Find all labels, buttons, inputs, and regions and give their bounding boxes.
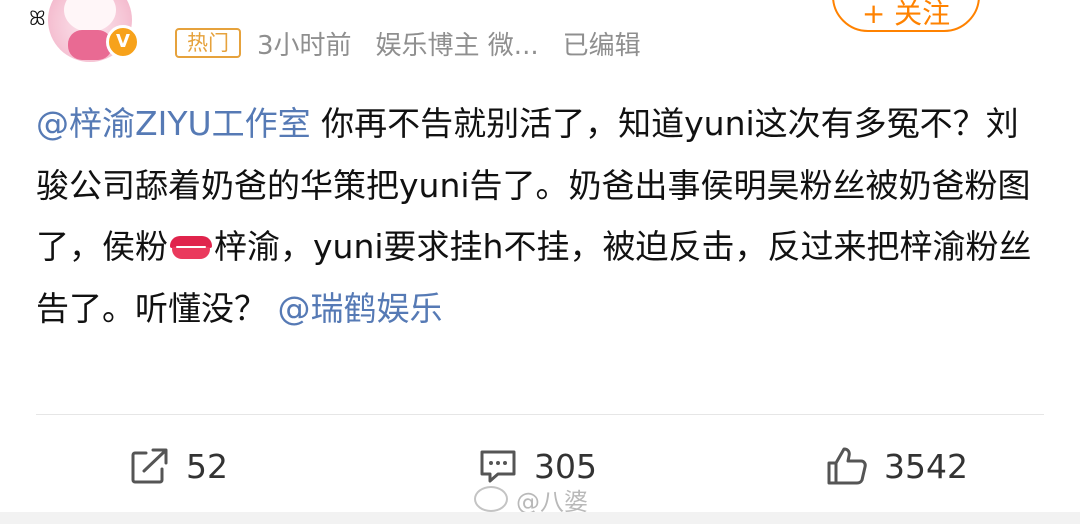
- post-meta: 热门 3小时前 娱乐博主 微... 已编辑: [175, 25, 665, 62]
- lips-emoji-icon: [170, 234, 212, 260]
- comment-count: 305: [534, 446, 597, 486]
- like-count: 3542: [884, 446, 968, 486]
- watermark: @八婆: [474, 484, 588, 516]
- comment-icon: [478, 447, 518, 485]
- mention-link[interactable]: @梓渝ZIYU工作室: [36, 104, 311, 143]
- like-button[interactable]: 3542: [826, 438, 968, 494]
- verified-badge-icon: V: [106, 25, 140, 59]
- post-source[interactable]: 娱乐博主 微...: [376, 25, 539, 62]
- repost-button[interactable]: 52: [130, 438, 228, 494]
- follow-button[interactable]: + 关注: [832, 0, 980, 32]
- post-header: ꕤ V 热门 3小时前 娱乐博主 微... 已编辑 + 关注: [0, 0, 1080, 80]
- mention-link[interactable]: @瑞鹤娱乐: [278, 289, 443, 328]
- repost-icon: [130, 447, 170, 485]
- post-content: @梓渝ZIYU工作室 你再不告就别活了，知道yuni这次有多冤不？刘骏公司舔着奶…: [36, 93, 1048, 339]
- divider: [36, 414, 1044, 415]
- hot-tag: 热门: [175, 28, 241, 58]
- edited-label[interactable]: 已编辑: [563, 25, 641, 62]
- bottom-bar: [0, 512, 1080, 524]
- avatar-face: [64, 0, 116, 32]
- repost-count: 52: [186, 446, 228, 486]
- ribbon-pin-icon: ꕤ: [29, 6, 46, 30]
- thumbs-up-icon: [826, 446, 868, 486]
- weibo-logo-icon: [474, 486, 508, 512]
- post-time: 3小时前: [257, 30, 352, 61]
